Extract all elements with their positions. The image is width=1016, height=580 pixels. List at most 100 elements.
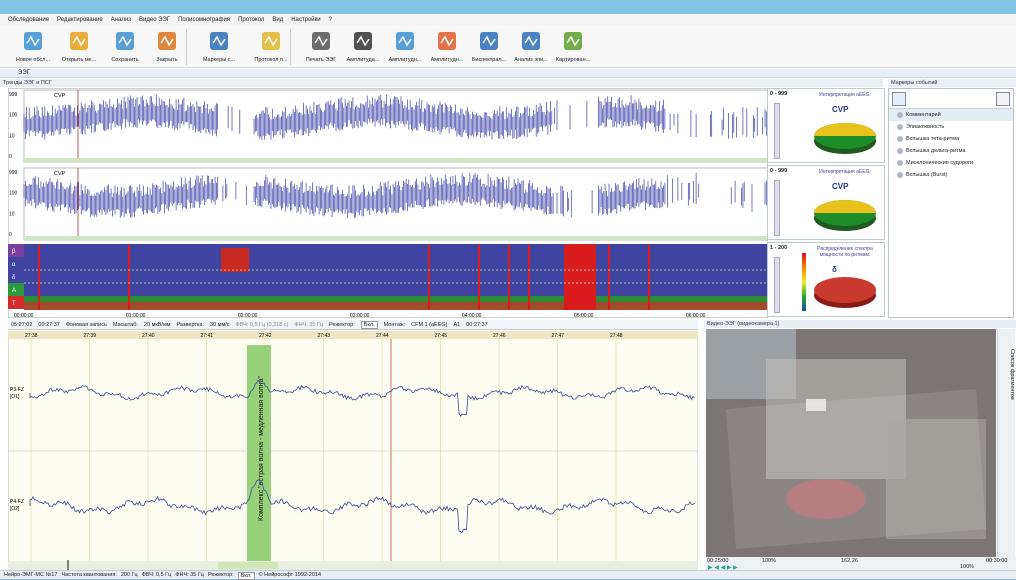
trend-time-tick: 05:00:00	[574, 313, 594, 318]
marker-label: Миоклонические судороги	[906, 160, 974, 166]
hpf-select[interactable]: ФНЧ: 35 Гц	[294, 320, 323, 329]
eeg-time-tick: 27:46	[493, 333, 506, 339]
toolbar-button[interactable]: Протокол п...	[248, 28, 294, 63]
menu-item[interactable]: Редактирование	[57, 17, 103, 23]
trend-band	[24, 236, 768, 240]
status-lpf: ФВЧ: 0,5 Гц	[141, 572, 172, 578]
marker-item[interactable]: Вспышка тета-ритма	[889, 133, 1013, 145]
toolbar-button[interactable]: Сохранить	[102, 28, 148, 63]
trend-side-box: 0 - 999 Интерпретация aEEG: CVP	[767, 165, 885, 240]
toolbar-label: Амплитудн...	[430, 57, 464, 63]
scale-select[interactable]: 20 мкВ/мм	[144, 320, 171, 329]
toolbar-button[interactable]: Печать ЭЭГ	[298, 28, 344, 63]
eeg-time-tick: 27:40	[142, 333, 155, 339]
markers-list: Комментарий Эпиактивность Вспышка тета-рит…	[889, 109, 1013, 181]
menu-bar: Обследование Редактирование Анализ Видео ЭЭ…	[0, 14, 1016, 25]
toolbar-button[interactable]: Биспектрал...	[466, 28, 512, 63]
menu-item[interactable]: Обследование	[8, 17, 49, 23]
montage-select[interactable]: CFM 1 (aEEG)	[411, 320, 447, 329]
markers-toolbar	[889, 89, 1013, 109]
range-slider[interactable]	[774, 180, 780, 236]
marker-item[interactable]: Вспышка дельта-ритма	[889, 145, 1013, 157]
menu-item[interactable]: Вид	[272, 17, 283, 23]
marker-item[interactable]: Миоклонические судороги	[889, 157, 1013, 169]
eeg-chart[interactable]: 27:38 27:39 27:40 27:41 27:42 27:43 27:44 27:45…	[8, 331, 698, 570]
menu-item[interactable]: Анализ	[111, 17, 131, 23]
marker-item[interactable]: Комментарий	[889, 109, 1013, 121]
video-volume[interactable]: 100%	[762, 558, 776, 564]
toolbar-button[interactable]: Закрыть	[144, 28, 190, 63]
menu-item[interactable]: ?	[329, 17, 332, 23]
markers-wrench-icon[interactable]	[996, 92, 1010, 106]
marker-label: Эпиактивность	[906, 124, 945, 130]
toolbar-label: Амплитудн...	[388, 57, 422, 63]
device-name: Нейро-ЭМГ-МС №17	[4, 572, 58, 578]
trend-side-box: 0 - 999 Интерпретация aEEG: CVP	[767, 88, 885, 163]
interpretation-pie	[814, 200, 876, 231]
copyright: © Нейрософт 1992-2014	[258, 572, 322, 578]
trend-channel: 999100100CVP	[9, 167, 768, 241]
scale-label: Масштаб:	[112, 322, 138, 328]
menu-item[interactable]: Протокол	[238, 17, 264, 23]
marker-icon	[897, 112, 903, 118]
toolbar-label: Закрыть	[156, 57, 178, 63]
trend-band	[24, 158, 768, 162]
markers-panel: Комментарий Эпиактивность Вспышка тета-рит…	[888, 88, 1014, 318]
range-label: 0 - 999	[770, 91, 788, 97]
marker-icon	[897, 124, 903, 130]
marker-icon	[897, 136, 903, 142]
range-label: 0 - 999	[770, 168, 788, 174]
notch-label: Режектор:	[329, 322, 355, 328]
ref-select[interactable]: A1	[454, 320, 461, 329]
rate-value: 200 Гц	[120, 572, 138, 578]
spectrum-colorbar	[802, 253, 806, 311]
amplitude-table-icon	[396, 32, 414, 50]
toolbar-button[interactable]: Амплитудн...	[424, 28, 470, 63]
eeg-channel-label: P4-FZ	[10, 499, 24, 505]
trend-ytick: 10	[9, 133, 15, 139]
toolbar-label: Сохранить	[111, 57, 139, 63]
trend-channel-label: CVP	[54, 171, 66, 177]
trend-side-box: 1 - 200 Распределение спектра мощности п…	[767, 242, 885, 317]
range-slider[interactable]	[774, 103, 780, 159]
trend-channel: 999100100CVP	[9, 89, 768, 163]
notch-button[interactable]: Вкл.	[360, 321, 378, 329]
toolbar-button[interactable]: Анализ эпи...	[508, 28, 554, 63]
toolbar-button[interactable]: Открыть ме...	[56, 28, 102, 63]
trend-ytick: 100	[9, 191, 18, 197]
eeg-time-tick: 27:47	[552, 333, 565, 339]
trends-side-panel: 0 - 999 Интерпретация aEEG: CVP 0 - 999 …	[767, 88, 885, 318]
interpretation-label: Интерпретация aEEG:	[819, 169, 871, 175]
range-slider[interactable]	[774, 257, 780, 313]
toolbar-button[interactable]: Амплитудн...	[382, 28, 428, 63]
marker-label: Вспышка дельта-ритма	[906, 148, 966, 154]
markers-title: Маркеры событий	[888, 79, 1016, 87]
toolbar-button[interactable]: Амплитуда...	[340, 28, 386, 63]
lpf-select[interactable]: ФВЧ: 0,5 Гц (0,318 с)	[236, 320, 289, 329]
video-position: 162,26	[841, 558, 858, 564]
sweep-select[interactable]: 30 мм/с	[210, 320, 230, 329]
marker-item[interactable]: Эпиактивность	[889, 121, 1013, 133]
menu-item[interactable]: Видео ЭЭГ	[139, 17, 170, 23]
eeg-time-tick: 27:41	[201, 333, 214, 339]
markers-wave-icon[interactable]	[892, 92, 906, 106]
toolbar-button[interactable]: Маркеры с...	[196, 28, 242, 63]
trend-channel-label: CVP	[54, 93, 66, 99]
printer-icon	[312, 32, 330, 50]
annotation-text: Комплекс "острая волна - медленная волна…	[258, 376, 265, 521]
toolbar-button[interactable]: Картирован...	[550, 28, 596, 63]
interpretation-value: CVP	[832, 182, 849, 191]
elapsed-time: 00:27:37	[38, 322, 60, 328]
marker-item[interactable]: Вспышка (Burst)	[889, 169, 1013, 181]
trends-chart[interactable]: 999100100CVP999100100CVPβαδAT00:00:00 01:…	[8, 88, 768, 318]
menu-item[interactable]: Полисомнография	[178, 17, 230, 23]
current-time: 05:27:02	[11, 322, 33, 328]
video-scene	[706, 329, 996, 557]
spectral-band-label: A	[12, 288, 16, 294]
menu-item[interactable]: Настройки	[291, 17, 320, 23]
toolbar-label: Маркеры с...	[202, 57, 236, 63]
toolbar-button[interactable]: Новое обсл...	[10, 28, 56, 63]
fragments-tab[interactable]: Список фрагментов	[997, 329, 1015, 557]
video-frame[interactable]	[706, 329, 996, 557]
eeg-time-tick: 27:39	[84, 333, 97, 339]
